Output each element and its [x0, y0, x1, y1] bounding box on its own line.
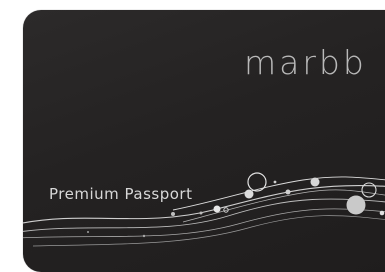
- bubble-dot: [199, 211, 203, 215]
- bubble-dot: [87, 231, 89, 233]
- bubble-dot: [273, 180, 277, 184]
- bubble-dot: [346, 195, 366, 215]
- wave-line: [32, 215, 385, 247]
- wave-line: [23, 184, 385, 224]
- bubble-dot: [247, 172, 267, 192]
- bubble-dot: [142, 234, 146, 238]
- bubble-dot: [361, 182, 377, 198]
- bubble-dot: [310, 177, 320, 187]
- bubble-dot: [285, 189, 291, 195]
- bubble-dot: [171, 212, 175, 216]
- bubble-dot: [213, 205, 221, 213]
- bubble-dot: [244, 189, 254, 199]
- wave-line: [23, 208, 385, 239]
- decorative-wave-graphic: [23, 172, 385, 247]
- membership-card: marbb Premium Passport: [23, 10, 385, 272]
- bubble-dot: [379, 210, 385, 216]
